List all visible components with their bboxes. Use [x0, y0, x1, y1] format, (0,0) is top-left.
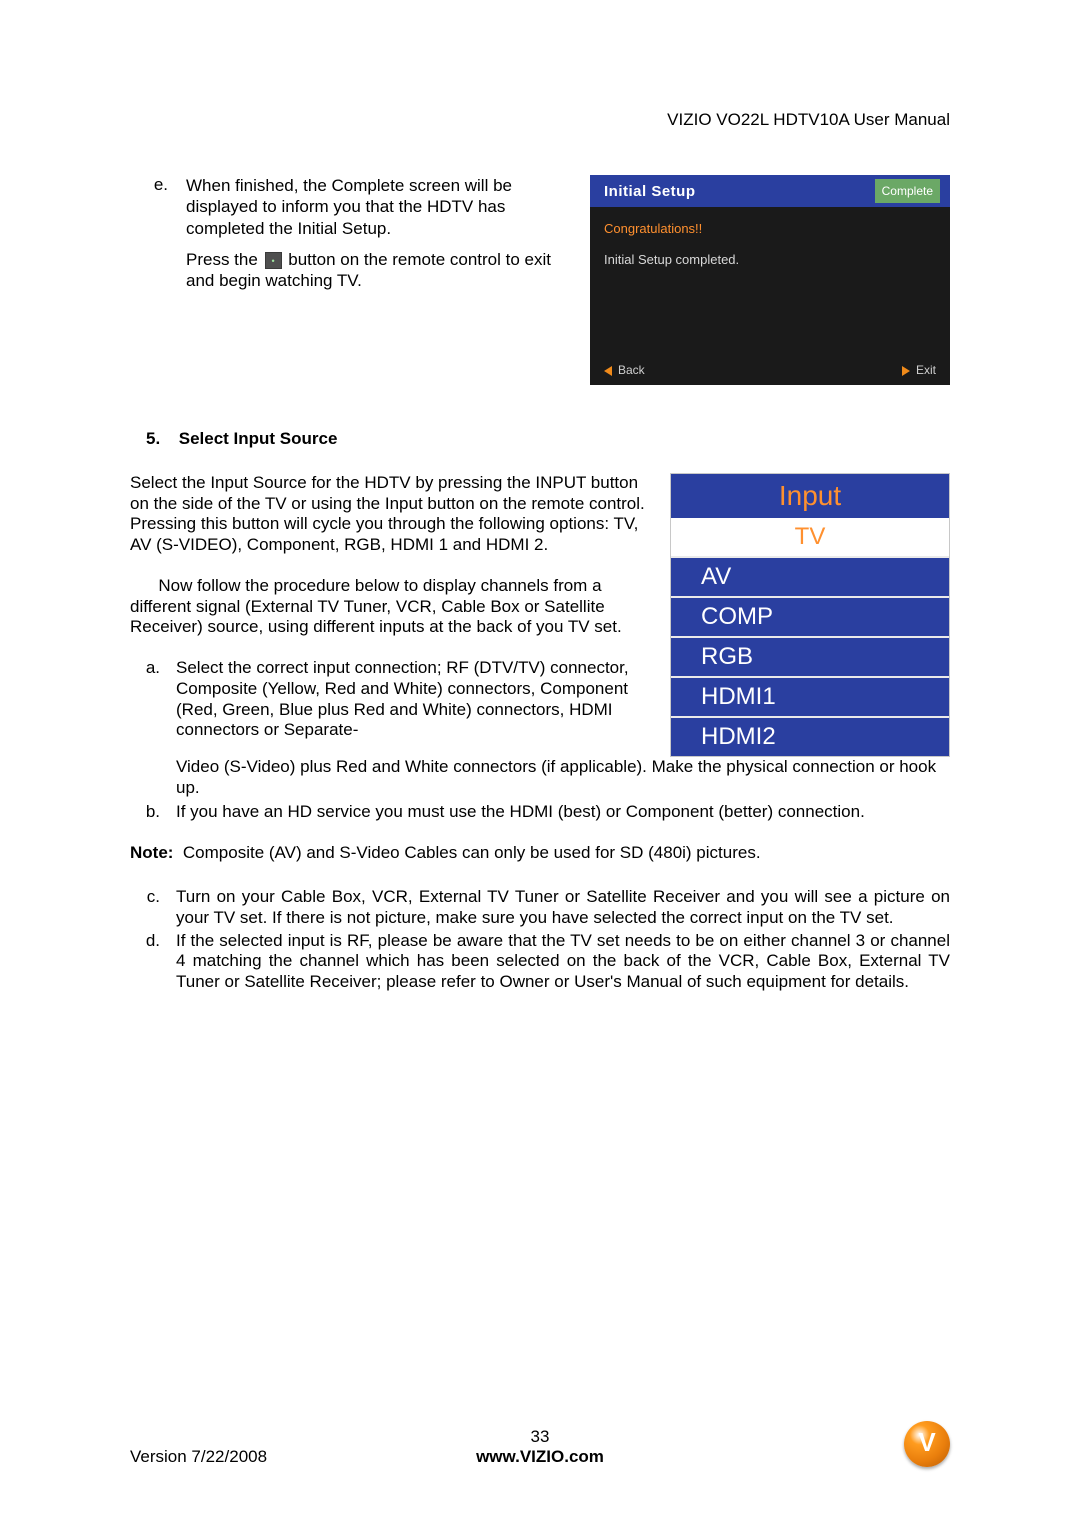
initial-setup-osd: Initial Setup Complete Congratulations!!…	[590, 175, 950, 385]
list-marker-b: b.	[130, 802, 176, 823]
manual-title: VIZIO VO22L HDTV10A User Manual	[130, 110, 950, 130]
step-e-para1: When finished, the Complete screen will …	[186, 175, 566, 239]
list-item-d: If the selected input is RF, please be a…	[176, 931, 950, 993]
section5-para1: Select the Input Source for the HDTV by …	[130, 473, 646, 556]
osd-title: Initial Setup	[604, 183, 696, 200]
footer-page: 33	[130, 1427, 950, 1447]
step-e-block: e. When finished, the Complete screen wi…	[130, 175, 566, 291]
step-e-para2: Press the • button on the remote control…	[186, 249, 566, 292]
input-menu-item-rgb: RGB	[671, 638, 949, 678]
section-5-heading: 5. Select Input Source	[146, 429, 950, 449]
osd-back: Back	[604, 363, 645, 377]
list-item-b: If you have an HD service you must use t…	[176, 802, 950, 823]
note-text: Composite (AV) and S-Video Cables can on…	[173, 843, 760, 862]
list-item-a-tail: Video (S-Video) plus Red and White conne…	[176, 757, 950, 798]
input-menu-item-comp: COMP	[671, 598, 949, 638]
list-marker-e: e.	[130, 175, 186, 239]
list-item-c: Turn on your Cable Box, VCR, External TV…	[176, 887, 950, 928]
list-marker-a: a.	[130, 658, 176, 741]
osd-exit: Exit	[902, 363, 936, 377]
arrow-right-icon	[902, 366, 910, 376]
input-menu-item-tv: TV	[671, 518, 949, 558]
list-item-a-lead: Select the correct input connection; RF …	[176, 658, 646, 741]
remote-button-icon: •	[265, 252, 282, 269]
osd-complete-badge: Complete	[875, 179, 940, 203]
list-marker-c: c.	[130, 887, 176, 928]
input-menu-item-av: AV	[671, 558, 949, 598]
note-line: Note: Composite (AV) and S-Video Cables …	[130, 843, 950, 863]
input-menu-item-hdmi1: HDMI1	[671, 678, 949, 718]
osd-congrats: Congratulations!!	[604, 221, 936, 236]
input-menu-item-hdmi2: HDMI2	[671, 718, 949, 756]
section5-para2: Now follow the procedure below to displa…	[130, 576, 646, 638]
arrow-left-icon	[604, 366, 612, 376]
note-label: Note:	[130, 843, 173, 862]
footer-url: www.VIZIO.com	[130, 1447, 950, 1467]
input-menu-osd: Input TV AV COMP RGB HDMI1 HDMI2	[670, 473, 950, 757]
vizio-logo-icon	[904, 1421, 950, 1467]
step-e-para2-prefix: Press the	[186, 250, 263, 269]
section-5-number: 5.	[146, 429, 174, 449]
input-menu-title: Input	[671, 474, 949, 518]
list-marker-d: d.	[130, 931, 176, 993]
osd-msg: Initial Setup completed.	[604, 252, 936, 267]
section-5-title: Select Input Source	[179, 429, 338, 448]
